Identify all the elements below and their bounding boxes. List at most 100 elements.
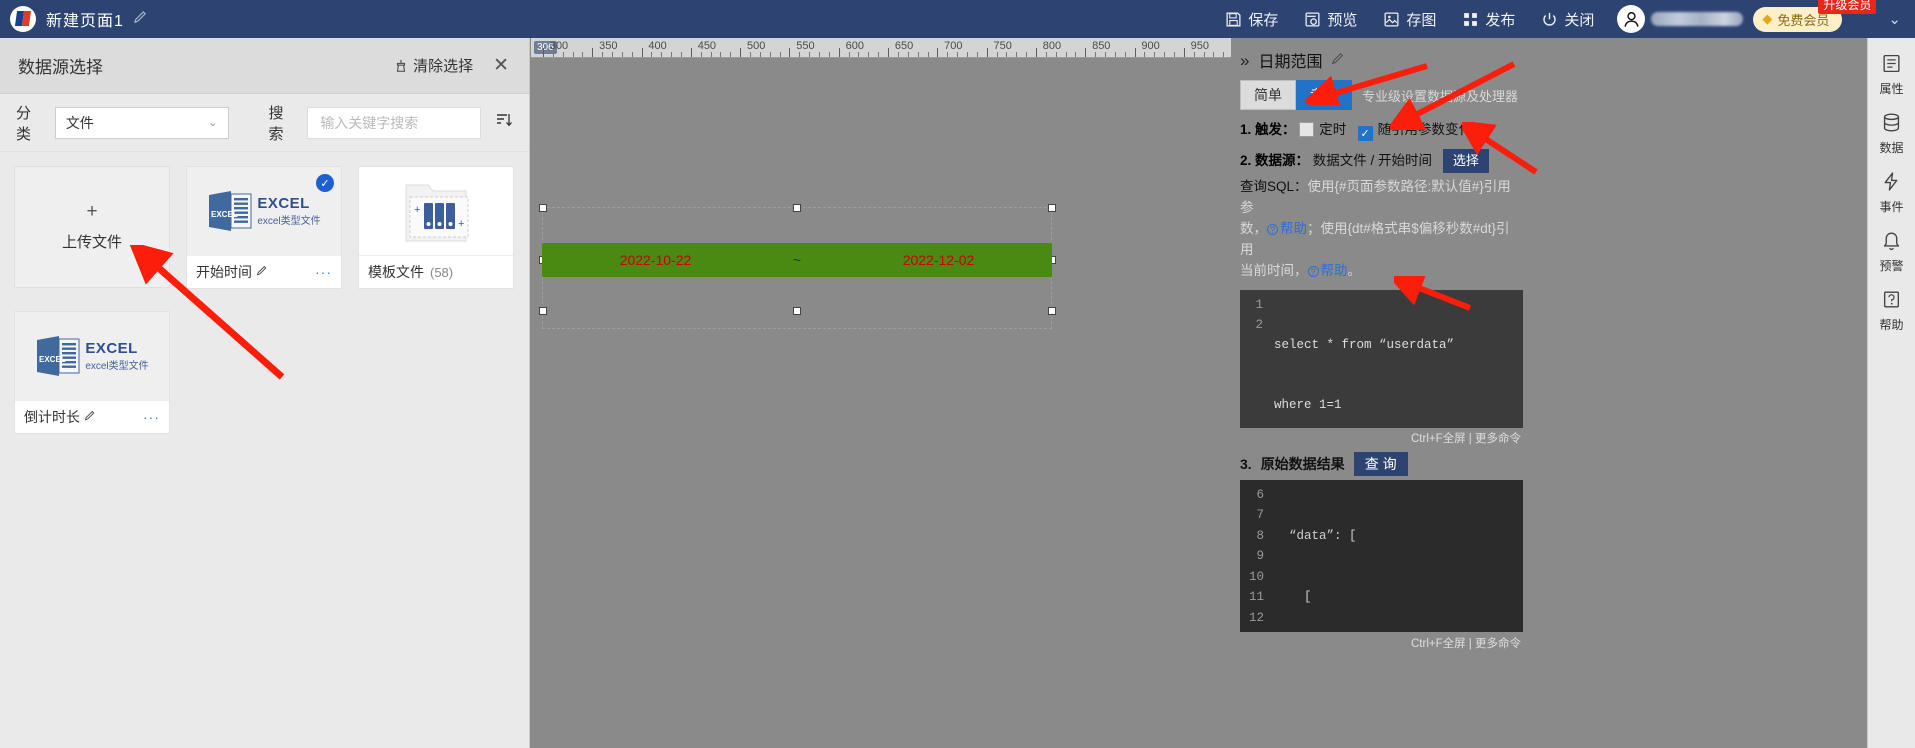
rail-item-alarm[interactable]: 预警 bbox=[1868, 223, 1915, 280]
properties-icon bbox=[1868, 53, 1915, 77]
ruler-tick-minor bbox=[848, 52, 850, 57]
upload-file-label: 上传文件 bbox=[61, 234, 122, 251]
sql-editor-code[interactable]: select * from “userdata” where 1=1 bbox=[1268, 290, 1523, 428]
rail-item-event[interactable]: 事件 bbox=[1868, 164, 1915, 221]
username-redacted bbox=[1651, 12, 1744, 26]
excel-title: EXCEL bbox=[257, 195, 310, 212]
clear-selection-button[interactable]: 清除选择 bbox=[394, 55, 473, 76]
ruler-tick-minor bbox=[631, 52, 633, 57]
resize-handle[interactable] bbox=[539, 204, 547, 212]
param-trigger-checkbox[interactable]: ✓ bbox=[1357, 126, 1373, 141]
datasource-card-grid: + 上传文件 ✓ EXCEL EXCEL excel类型文件 开始时间 ··· … bbox=[0, 152, 529, 448]
save-button[interactable]: 保存 bbox=[1212, 0, 1291, 38]
canvas-body[interactable]: 2022-10-22 ~ 2022-12-02 bbox=[531, 59, 1231, 748]
resize-handle[interactable] bbox=[1048, 307, 1056, 315]
select-datasource-button[interactable]: 选择 bbox=[1442, 149, 1489, 174]
image-save-icon bbox=[1383, 11, 1400, 28]
vip-status-badge[interactable]: ◆ 免费会员 升级会员 bbox=[1753, 0, 1877, 32]
gem-icon: ◆ bbox=[1762, 11, 1773, 26]
datasource-card-start-time[interactable]: ✓ EXCEL EXCEL excel类型文件 开始时间 ··· bbox=[186, 166, 342, 289]
ruler-tick-minor bbox=[730, 52, 732, 57]
card-more-button[interactable]: ··· bbox=[143, 409, 160, 425]
selected-check-icon: ✓ bbox=[316, 174, 334, 192]
json-code: “data”: [ [ “2022-10-22 10:30:05”, “2022… bbox=[1270, 480, 1523, 632]
close-app-button[interactable]: 关闭 bbox=[1528, 0, 1607, 38]
line-number: 2 bbox=[1255, 317, 1263, 332]
datasource-card-template-folder[interactable]: + + 模板文件 (58) bbox=[358, 166, 514, 289]
app-logo[interactable] bbox=[0, 6, 46, 32]
rail-item-data[interactable]: 数据 bbox=[1868, 105, 1915, 162]
json-gutter: 6 7 8 9 10 11 12 bbox=[1240, 480, 1270, 632]
datasource-value: 数据文件 / 开始时间 bbox=[1312, 153, 1433, 168]
rail-item-help[interactable]: 帮助 bbox=[1868, 282, 1915, 339]
excel-logo-icon: EXCEL EXCEL excel类型文件 bbox=[207, 189, 321, 233]
card-more-button[interactable]: ··· bbox=[315, 264, 332, 280]
ruler-tick-minor bbox=[976, 52, 978, 57]
category-select[interactable]: 文件 ⌄ bbox=[54, 106, 229, 139]
resize-handle[interactable] bbox=[793, 204, 801, 212]
step2-number: 2. bbox=[1240, 153, 1252, 168]
chevron-double-right-icon[interactable]: » bbox=[1240, 52, 1249, 69]
save-image-button[interactable]: 存图 bbox=[1370, 0, 1449, 38]
search-input[interactable] bbox=[318, 113, 470, 132]
upload-file-card[interactable]: + 上传文件 bbox=[14, 166, 170, 288]
sql-label: 查询SQL： bbox=[1240, 179, 1308, 195]
resize-handle[interactable] bbox=[539, 307, 547, 315]
publish-label: 发布 bbox=[1485, 11, 1516, 29]
pencil-icon[interactable] bbox=[1331, 52, 1345, 69]
pencil-icon[interactable] bbox=[256, 264, 268, 280]
ruler-tick-minor bbox=[858, 52, 860, 57]
design-canvas[interactable]: 306 300 350 400 450 500 550 600 650 700 750 800 850… bbox=[531, 38, 1231, 748]
preview-button[interactable]: 预览 bbox=[1291, 0, 1370, 38]
search-input-wrapper[interactable] bbox=[307, 106, 481, 139]
rail-label: 属性 bbox=[1879, 82, 1904, 96]
ruler-tick-minor bbox=[1173, 52, 1175, 57]
upgrade-membership-badge[interactable]: 升级会员 bbox=[1818, 0, 1877, 14]
rail-label: 数据 bbox=[1879, 141, 1904, 155]
avatar[interactable] bbox=[1617, 5, 1646, 33]
resize-handle[interactable] bbox=[1048, 204, 1056, 212]
tab-simple[interactable]: 简单 bbox=[1240, 80, 1296, 110]
panel-header-actions: 清除选择 ✕ bbox=[394, 55, 511, 76]
category-value: 文件 bbox=[65, 114, 94, 131]
step1-label: 触发： bbox=[1255, 122, 1296, 137]
ruler-tick-minor bbox=[907, 52, 909, 57]
resize-handle[interactable] bbox=[793, 307, 801, 315]
sort-icon[interactable] bbox=[495, 111, 513, 134]
ruler-label: 400 bbox=[648, 40, 667, 52]
event-icon bbox=[1868, 171, 1915, 195]
card-caption: 倒计时长 ··· bbox=[15, 400, 169, 433]
close-icon[interactable]: ✕ bbox=[491, 56, 511, 75]
chevron-down-icon[interactable]: ⌄ bbox=[1888, 10, 1901, 28]
ruler-tick-minor bbox=[1045, 52, 1047, 57]
tab-professional[interactable]: 专业 bbox=[1296, 80, 1352, 110]
line-number: 6 bbox=[1256, 487, 1264, 502]
publish-button[interactable]: 发布 bbox=[1449, 0, 1528, 38]
timer-trigger-checkbox[interactable] bbox=[1299, 122, 1315, 137]
sql-line: select * from “userdata” bbox=[1274, 337, 1455, 352]
svg-text:+: + bbox=[458, 218, 464, 230]
sql-editor[interactable]: 1 2 select * from “userdata” where 1=1 bbox=[1240, 289, 1523, 428]
sql-editor-footer: Ctrl+F全屏 | 更多命令 bbox=[1410, 432, 1521, 445]
date-range-widget[interactable]: 2022-10-22 ~ 2022-12-02 bbox=[542, 243, 1052, 277]
ruler-tick-minor bbox=[621, 52, 623, 57]
ruler-tick-minor bbox=[927, 52, 929, 57]
query-button[interactable]: 查 询 bbox=[1353, 451, 1408, 476]
pencil-icon[interactable] bbox=[84, 409, 96, 425]
ruler-tick-minor bbox=[552, 52, 554, 57]
result-json-view[interactable]: 6 7 8 9 10 11 12 “data”: [ [ “2022-10-22… bbox=[1240, 479, 1523, 632]
help-link-2[interactable]: ? 帮助 bbox=[1307, 263, 1348, 278]
ruler-tick-minor bbox=[1065, 52, 1067, 57]
ruler-label: 300 bbox=[549, 40, 569, 52]
card-thumbnail: + + bbox=[359, 167, 513, 255]
rail-item-properties[interactable]: 属性 bbox=[1868, 46, 1915, 103]
pencil-icon[interactable] bbox=[133, 10, 148, 28]
help-link-1[interactable]: ? 帮助 bbox=[1267, 221, 1307, 236]
cube-logo-icon bbox=[10, 6, 36, 32]
ruler-tick bbox=[1035, 48, 1037, 57]
ruler-tick-minor bbox=[1095, 52, 1097, 57]
datasource-card-countdown[interactable]: EXCEL EXCEL excel类型文件 倒计时长 ··· bbox=[14, 311, 170, 434]
ruler-label: 550 bbox=[796, 40, 815, 52]
mode-tab-bar: 简单 专业 专业级设置数据源及处理器 bbox=[1232, 78, 1531, 116]
line-number: 1 bbox=[1255, 297, 1263, 312]
